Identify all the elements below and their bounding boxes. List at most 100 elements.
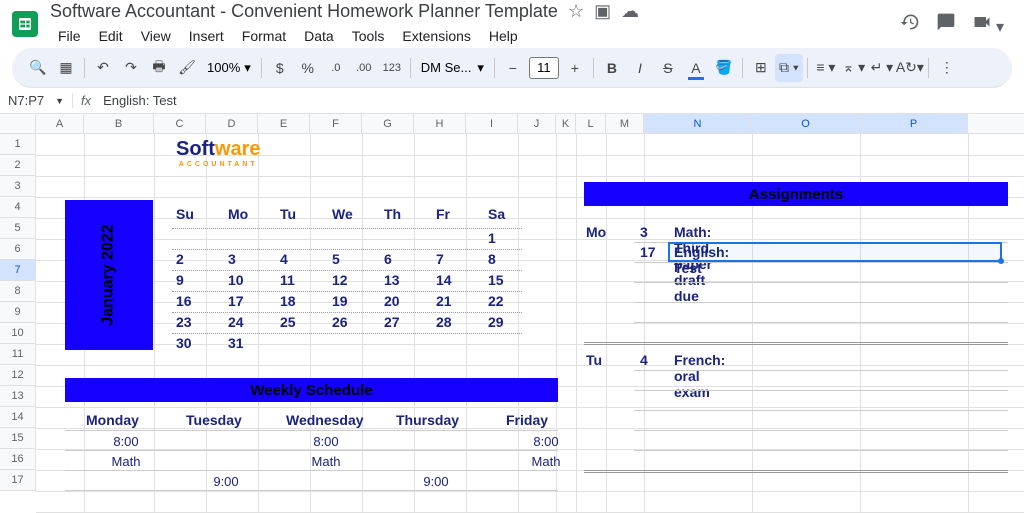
percent-button[interactable]: % [294, 54, 322, 82]
row-header-12[interactable]: 12 [0, 365, 35, 386]
col-header-P[interactable]: P [860, 114, 968, 133]
menu-edit[interactable]: Edit [91, 24, 131, 48]
fill-color-button[interactable]: 🪣 [710, 54, 738, 82]
cal-day-head: Sa [488, 206, 505, 222]
col-header-A[interactable]: A [36, 114, 84, 133]
move-icon[interactable]: ▣ [594, 1, 611, 22]
weekly-day-head: Thursday [396, 412, 459, 428]
col-header-D[interactable]: D [206, 114, 258, 133]
col-header-L[interactable]: L [576, 114, 606, 133]
more-formats-button[interactable]: 123 [378, 54, 406, 82]
font-select[interactable]: DM Se... ▾ [415, 60, 490, 76]
col-header-H[interactable]: H [414, 114, 466, 133]
col-header-E[interactable]: E [258, 114, 310, 133]
cal-day-head: Th [384, 206, 401, 222]
cloud-icon[interactable]: ☁ [621, 1, 639, 22]
select-all-corner[interactable] [0, 114, 36, 134]
rotate-button[interactable]: A↻▾ [896, 54, 924, 82]
bold-button[interactable]: B [598, 54, 626, 82]
cal-date: 12 [332, 272, 348, 288]
cal-date: 28 [436, 314, 452, 330]
star-icon[interactable]: ☆ [568, 1, 584, 22]
menu-help[interactable]: Help [481, 24, 526, 48]
row-header-4[interactable]: 4 [0, 197, 35, 218]
row-header-17[interactable]: 17 [0, 470, 35, 491]
doc-title[interactable]: Software Accountant - Convenient Homewor… [50, 1, 558, 22]
cal-date: 14 [436, 272, 452, 288]
col-header-K[interactable]: K [556, 114, 576, 133]
col-header-G[interactable]: G [362, 114, 414, 133]
wrap-button[interactable]: ↵ ▾ [868, 54, 896, 82]
row-header-11[interactable]: 11 [0, 344, 35, 365]
filter-views-icon[interactable]: ▦ [52, 54, 80, 82]
col-header-M[interactable]: M [606, 114, 644, 133]
row-header-1[interactable]: 1 [0, 134, 35, 155]
increase-decimal-button[interactable]: .00 [350, 54, 378, 82]
fx-icon[interactable]: fx [72, 93, 99, 108]
formula-input[interactable]: English: Test [99, 93, 1024, 108]
schedule-cell: 8:00 [86, 434, 166, 449]
cal-date: 18 [280, 293, 296, 309]
cal-date: 23 [176, 314, 192, 330]
cal-day-head: Su [176, 206, 194, 222]
row-header-9[interactable]: 9 [0, 302, 35, 323]
row-header-8[interactable]: 8 [0, 281, 35, 302]
italic-button[interactable]: I [626, 54, 654, 82]
menu-data[interactable]: Data [296, 24, 342, 48]
text-color-button[interactable]: A [682, 54, 710, 82]
col-header-I[interactable]: I [466, 114, 518, 133]
cal-date: 13 [384, 272, 400, 288]
row-header-14[interactable]: 14 [0, 407, 35, 428]
comment-icon[interactable] [936, 12, 956, 37]
zoom-select[interactable]: 100% ▾ [201, 60, 257, 76]
meet-icon[interactable]: ▾ [972, 12, 1004, 37]
menu-file[interactable]: File [50, 24, 89, 48]
decrease-font-button[interactable]: − [499, 54, 527, 82]
more-button[interactable]: ⋮ [933, 54, 961, 82]
cal-date: 15 [488, 272, 504, 288]
col-header-B[interactable]: B [84, 114, 154, 133]
font-size-input[interactable] [529, 57, 559, 79]
menu-format[interactable]: Format [234, 24, 294, 48]
menu-tools[interactable]: Tools [344, 24, 393, 48]
row-header-6[interactable]: 6 [0, 239, 35, 260]
borders-button[interactable]: ⊞ [747, 54, 775, 82]
merge-button[interactable]: ⧉ ▾ [775, 54, 803, 82]
sheets-logo[interactable] [12, 11, 38, 37]
currency-button[interactable]: $ [266, 54, 294, 82]
col-header-O[interactable]: O [752, 114, 860, 133]
menu-view[interactable]: View [133, 24, 179, 48]
increase-font-button[interactable]: + [561, 54, 589, 82]
row-header-13[interactable]: 13 [0, 386, 35, 407]
name-box[interactable]: N7:P7▼ [0, 93, 72, 108]
row-header-7[interactable]: 7 [0, 260, 35, 281]
assign-date: 3 [640, 224, 648, 240]
halign-button[interactable]: ≡ ▾ [812, 54, 840, 82]
valign-button[interactable]: ⌅ ▾ [840, 54, 868, 82]
schedule-cell: 8:00 [506, 434, 586, 449]
cal-date: 20 [384, 293, 400, 309]
history-icon[interactable] [900, 12, 920, 37]
col-header-N[interactable]: N [644, 114, 752, 133]
row-header-3[interactable]: 3 [0, 176, 35, 197]
col-header-C[interactable]: C [154, 114, 206, 133]
print-icon[interactable]: 🖶 [145, 54, 173, 82]
cal-date: 19 [332, 293, 348, 309]
decrease-decimal-button[interactable]: .0 [322, 54, 350, 82]
strike-button[interactable]: S [654, 54, 682, 82]
row-header-15[interactable]: 15 [0, 428, 35, 449]
menu-extensions[interactable]: Extensions [394, 24, 478, 48]
row-header-10[interactable]: 10 [0, 323, 35, 344]
paint-format-icon[interactable]: 🖌 [173, 54, 201, 82]
col-header-J[interactable]: J [518, 114, 556, 133]
row-header-2[interactable]: 2 [0, 155, 35, 176]
row-header-5[interactable]: 5 [0, 218, 35, 239]
row-header-16[interactable]: 16 [0, 449, 35, 470]
col-header-F[interactable]: F [310, 114, 362, 133]
schedule-cell: Math [506, 454, 586, 469]
menu-insert[interactable]: Insert [181, 24, 232, 48]
assign-date: 17 [640, 244, 656, 260]
redo-icon[interactable]: ↷ [117, 54, 145, 82]
undo-icon[interactable]: ↶ [89, 54, 117, 82]
search-icon[interactable]: 🔍 [24, 54, 52, 82]
